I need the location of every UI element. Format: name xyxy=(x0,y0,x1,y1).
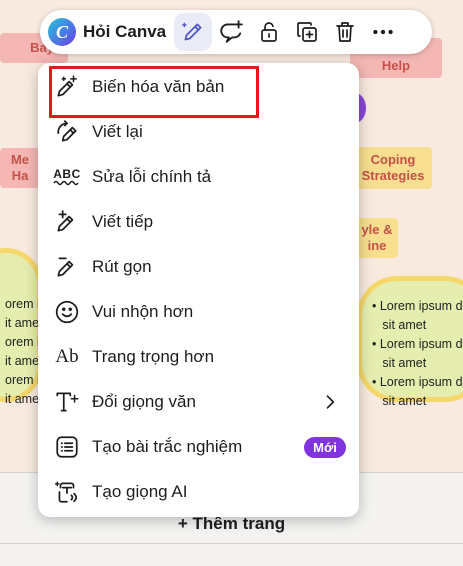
menu-item-more-fun[interactable]: Vui nhộn hơn xyxy=(38,290,359,334)
canva-logo-icon: C xyxy=(48,18,76,46)
menu-item-rewrite[interactable]: Viết lại xyxy=(38,110,359,154)
magic-write-menu: Biến hóa văn bản Viết lại ABC Sửa lỗi ch… xyxy=(38,63,359,517)
divider-bottom xyxy=(0,543,463,544)
formal-glyph: Ab xyxy=(55,346,79,367)
shorten-icon xyxy=(53,253,81,281)
canvas-bubble-style: yle & ine xyxy=(356,218,398,258)
menu-item-label: Biến hóa văn bản xyxy=(92,77,225,96)
smile-icon xyxy=(53,298,81,326)
menu-item-ai-voice[interactable]: Tạo giọng AI xyxy=(38,470,359,514)
duplicate-button[interactable] xyxy=(288,13,326,51)
chevron-right-icon xyxy=(320,392,340,417)
formal-text-icon: Ab xyxy=(53,343,81,371)
ai-voice-icon xyxy=(53,478,81,506)
more-icon xyxy=(373,29,393,35)
new-badge: Mới xyxy=(304,437,346,458)
menu-item-label: Trang trọng hơn xyxy=(92,347,215,366)
magic-write-icon xyxy=(182,22,202,41)
spellcheck-glyph: ABC xyxy=(53,167,81,181)
canvas-cloud-right: • Lorem ipsum d sit amet • Lorem ipsum d… xyxy=(357,276,463,408)
delete-button[interactable] xyxy=(326,13,364,51)
rewrite-icon xyxy=(53,118,81,146)
spellcheck-icon: ABC xyxy=(53,163,81,191)
menu-item-label: Viết lại xyxy=(92,122,143,141)
change-tone-icon xyxy=(53,388,81,416)
menu-item-label: Đổi giọng văn xyxy=(92,392,196,411)
comment-add-icon xyxy=(220,20,243,43)
continue-writing-icon xyxy=(53,208,81,236)
add-page-button[interactable]: + Thêm trang xyxy=(0,514,463,534)
duplicate-icon xyxy=(297,22,317,42)
lock-icon xyxy=(261,22,277,42)
element-toolbar: C Hỏi Canva xyxy=(40,10,432,54)
menu-item-label: Rút gọn xyxy=(92,257,152,276)
menu-item-shorten[interactable]: Rút gọn xyxy=(38,245,359,289)
comment-button[interactable] xyxy=(212,13,250,51)
menu-item-label: Tạo giọng AI xyxy=(92,482,188,501)
canvas-bubble-left: Me Ha xyxy=(0,148,40,188)
more-button[interactable] xyxy=(364,13,402,51)
menu-item-label: Viết tiếp xyxy=(92,212,154,231)
trash-icon xyxy=(336,22,354,42)
menu-item-label: Tạo bài trắc nghiệm xyxy=(92,437,243,456)
magic-pen-icon xyxy=(53,73,81,101)
ask-canva-button[interactable]: Hỏi Canva xyxy=(83,22,166,42)
menu-item-spellcheck[interactable]: ABC Sửa lỗi chính tả xyxy=(38,155,359,199)
lock-button[interactable] xyxy=(250,13,288,51)
canvas-bubble-coping: Coping Strategies xyxy=(354,147,432,189)
menu-item-label: Vui nhộn hơn xyxy=(92,302,194,321)
menu-item-label: Sửa lỗi chính tả xyxy=(92,167,212,186)
menu-item-create-quiz[interactable]: Tạo bài trắc nghiệm Mới xyxy=(38,425,359,469)
menu-item-transform-text[interactable]: Biến hóa văn bản xyxy=(38,65,359,109)
menu-item-more-formal[interactable]: Ab Trang trọng hơn xyxy=(38,335,359,379)
quiz-icon xyxy=(53,433,81,461)
menu-item-change-tone[interactable]: Đổi giọng văn xyxy=(38,380,359,424)
magic-write-button[interactable] xyxy=(174,13,213,51)
canvas-cloud-left: orem ipsum it amet orem ipsum it amet or… xyxy=(0,248,70,406)
menu-item-continue-writing[interactable]: Viết tiếp xyxy=(38,200,359,244)
